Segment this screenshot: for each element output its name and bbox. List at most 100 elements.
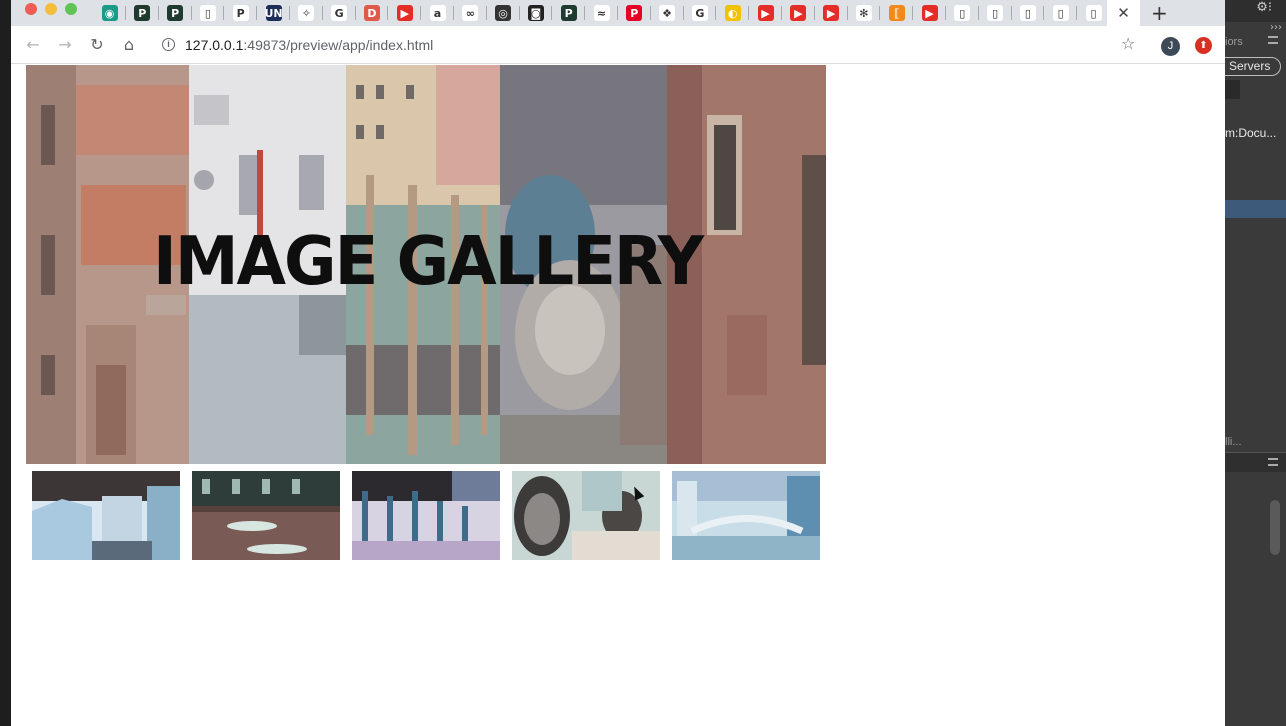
editor-selected-row[interactable] bbox=[1225, 200, 1286, 218]
doc-icon: ▯ bbox=[1052, 5, 1069, 21]
desktop-left-edge bbox=[0, 0, 11, 726]
youtube-icon: ▶ bbox=[823, 5, 840, 21]
thumbnail-1[interactable] bbox=[32, 471, 180, 560]
tab-youtube-icon[interactable]: ▶ bbox=[815, 0, 848, 26]
editor-scrollbar[interactable] bbox=[1270, 500, 1280, 555]
back-arrow-icon[interactable]: ← bbox=[23, 35, 43, 55]
browser-toolbar: ← → ↻ ⌂ i 127.0.0.1:49873/preview/app/in… bbox=[11, 26, 1225, 64]
tab-amazon-icon[interactable]: a bbox=[421, 0, 454, 26]
new-tab-button[interactable]: + bbox=[1151, 1, 1168, 25]
brackets-icon: ⟦ bbox=[888, 5, 905, 21]
doc-icon: ▯ bbox=[987, 5, 1004, 21]
un-icon: UN bbox=[264, 5, 283, 21]
doc-icon: ▯ bbox=[199, 5, 216, 21]
tab-dropbox-icon[interactable]: ❖ bbox=[651, 0, 684, 26]
tab-doc-icon[interactable]: ▯ bbox=[979, 0, 1012, 26]
pinterest-icon: P bbox=[626, 5, 643, 21]
tab-doc-icon[interactable]: ▯ bbox=[1044, 0, 1078, 26]
tab-brackets-icon[interactable]: ⟦ bbox=[880, 0, 914, 26]
tab-globe-icon[interactable]: ◉ bbox=[93, 0, 126, 26]
chrome-dark-icon: ◎ bbox=[495, 5, 512, 21]
instagram-icon: ◙ bbox=[527, 5, 544, 21]
eztv-icon: ∞ bbox=[462, 5, 479, 21]
minimize-window-button[interactable] bbox=[45, 3, 57, 15]
close-window-button[interactable] bbox=[25, 3, 37, 15]
reload-icon[interactable]: ↻ bbox=[87, 35, 107, 55]
profile-avatar[interactable]: J bbox=[1161, 37, 1180, 56]
close-tab-icon[interactable]: ✕ bbox=[1117, 4, 1130, 22]
url-host: 127.0.0.1 bbox=[185, 37, 244, 53]
thumbnail-2[interactable] bbox=[192, 471, 340, 560]
tab-instagram-icon[interactable]: ◙ bbox=[519, 0, 553, 26]
tab-youtube-icon[interactable]: ▶ bbox=[388, 0, 422, 26]
info-icon[interactable]: i bbox=[162, 38, 175, 51]
browser-window: ◉ P P ▯ P UN ✧ G D ▶ a ∞ ◎ ◙ P ≈ P ❖ G ◐ ▶ ▶ ▶ ✻ ⟦ ▶ ▯ ▯ ▯ ▯ ▯ ✕ + ← →… bbox=[11, 0, 1225, 726]
tab-chrome-dark-icon[interactable]: ◎ bbox=[487, 0, 520, 26]
editor-field[interactable] bbox=[1225, 80, 1240, 99]
tab-pinwheel-icon[interactable]: ✻ bbox=[847, 0, 881, 26]
tab-mask-icon[interactable]: ◐ bbox=[716, 0, 750, 26]
tab-google-icon[interactable]: G bbox=[683, 0, 717, 26]
amazon-icon: a bbox=[429, 5, 446, 21]
page-title: IMAGE GALLERY bbox=[153, 223, 704, 301]
gear-icon[interactable]: ⚙⁝ bbox=[1256, 0, 1272, 15]
tab-eztv-icon[interactable]: ∞ bbox=[454, 0, 487, 26]
address-bar[interactable]: i 127.0.0.1:49873/preview/app/index.html bbox=[153, 30, 1153, 60]
chevron-right-icon[interactable]: ››› bbox=[1270, 22, 1282, 33]
tab-google-icon[interactable]: G bbox=[323, 0, 356, 26]
page-viewport: IMAGE GALLERY bbox=[11, 65, 1225, 726]
dtw-icon: D bbox=[363, 5, 380, 21]
panel-menu-icon-2[interactable] bbox=[1268, 458, 1278, 466]
editor-item-label[interactable]: lli... bbox=[1225, 436, 1242, 448]
maximize-window-button[interactable] bbox=[65, 3, 77, 15]
tab-p-icon[interactable]: P bbox=[552, 0, 586, 26]
doc-icon: ▯ bbox=[954, 5, 971, 21]
dropbox-icon: ❖ bbox=[659, 5, 676, 21]
globe-icon: ◉ bbox=[101, 5, 118, 21]
p-icon: P bbox=[560, 5, 577, 21]
url-path: :49873/preview/app/index.html bbox=[243, 37, 434, 53]
tab-p-icon[interactable]: P bbox=[126, 0, 159, 26]
youtube-icon: ▶ bbox=[921, 5, 938, 21]
tab-dtw-icon[interactable]: D bbox=[355, 0, 389, 26]
forward-arrow-icon[interactable]: → bbox=[55, 35, 75, 55]
p-icon: P bbox=[134, 5, 151, 21]
doc-icon: ▯ bbox=[1019, 5, 1036, 21]
app-icon: ✧ bbox=[298, 5, 315, 21]
hero-banner: IMAGE GALLERY bbox=[26, 65, 826, 464]
youtube-icon: ▶ bbox=[757, 5, 774, 21]
tab-bar: ◉ P P ▯ P UN ✧ G D ▶ a ∞ ◎ ◙ P ≈ P ❖ G ◐ ▶ ▶ ▶ ✻ ⟦ ▶ ▯ ▯ ▯ ▯ ▯ ✕ + bbox=[11, 0, 1225, 26]
tab-un-icon[interactable]: UN bbox=[257, 0, 290, 26]
editor-document-label[interactable]: m:Docu... bbox=[1225, 126, 1276, 140]
servers-button-label: Servers bbox=[1229, 59, 1271, 73]
tab-youtube-icon[interactable]: ▶ bbox=[913, 0, 946, 26]
paypal-icon: P bbox=[232, 5, 249, 21]
doc-icon: ▯ bbox=[1085, 5, 1102, 21]
youtube-icon: ▶ bbox=[790, 5, 807, 21]
thumbnail-3[interactable] bbox=[352, 471, 500, 560]
tab-active[interactable]: ✕ bbox=[1107, 0, 1140, 26]
thumbnail-row bbox=[32, 471, 832, 560]
panel-menu-icon[interactable] bbox=[1268, 36, 1278, 44]
extension-icon[interactable]: ⬆ bbox=[1195, 37, 1212, 54]
tab-doc-icon[interactable]: ▯ bbox=[191, 0, 225, 26]
url-text[interactable]: 127.0.0.1:49873/preview/app/index.html bbox=[185, 37, 433, 53]
sr-icon: ≈ bbox=[593, 5, 610, 21]
thumbnail-5[interactable] bbox=[672, 471, 820, 560]
youtube-icon: ▶ bbox=[396, 5, 413, 21]
editor-colors-label: iors bbox=[1225, 36, 1243, 48]
tab-doc-icon[interactable]: ▯ bbox=[1011, 0, 1045, 26]
tab-p-icon[interactable]: P bbox=[159, 0, 192, 26]
tab-youtube-icon[interactable]: ▶ bbox=[782, 0, 815, 26]
mask-icon: ◐ bbox=[724, 5, 741, 21]
tab-youtube-icon[interactable]: ▶ bbox=[749, 0, 782, 26]
home-icon[interactable]: ⌂ bbox=[119, 35, 139, 55]
tab-paypal-icon[interactable]: P bbox=[224, 0, 258, 26]
bookmark-star-icon[interactable]: ☆ bbox=[1121, 34, 1135, 53]
background-editor-window: ⚙⁝ ››› iors Servers m:Docu... lli... bbox=[1215, 0, 1286, 726]
tab-sr-icon[interactable]: ≈ bbox=[585, 0, 618, 26]
tab-app-icon[interactable]: ✧ bbox=[290, 0, 323, 26]
tab-doc-icon[interactable]: ▯ bbox=[946, 0, 979, 26]
tab-pinterest-icon[interactable]: P bbox=[618, 0, 651, 26]
tab-doc-icon[interactable]: ▯ bbox=[1077, 0, 1110, 26]
